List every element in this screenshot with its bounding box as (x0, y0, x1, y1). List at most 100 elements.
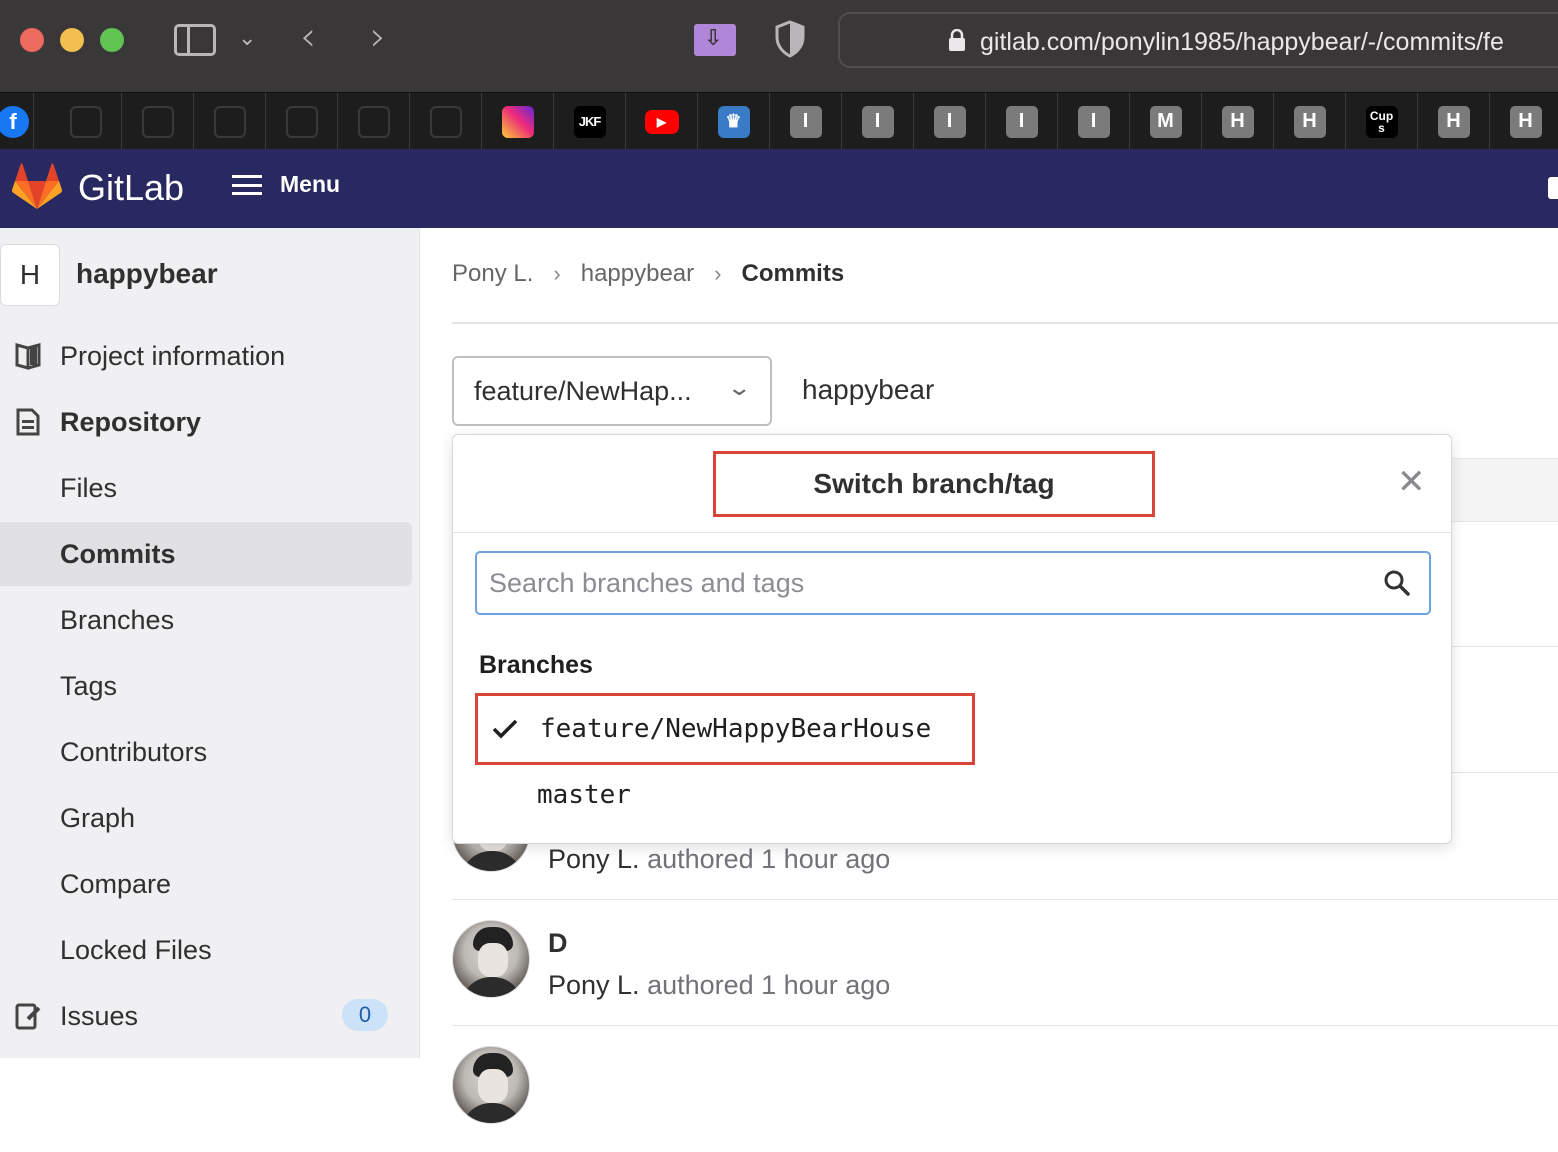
breadcrumb-project[interactable]: happybear (581, 260, 694, 288)
issues-icon (15, 1003, 41, 1030)
favorite-item[interactable]: ▶ (626, 93, 698, 150)
commit-meta: Pony L. authored 1 hour ago (548, 844, 890, 875)
address-bar[interactable]: gitlab.com/ponylin1985/happybear/-/commi… (838, 12, 1558, 68)
favorite-item[interactable]: M (1130, 93, 1202, 150)
sidebar-item-branches[interactable]: Branches (0, 588, 412, 652)
video-download-icon[interactable] (694, 24, 736, 56)
sidebar-item-graph[interactable]: Graph (0, 786, 412, 850)
commit-author[interactable]: Pony L. (548, 970, 640, 1000)
branch-search-input[interactable] (489, 563, 1369, 603)
sidebar-item-label: Issues (60, 1000, 139, 1031)
check-icon (492, 719, 518, 739)
shield-icon[interactable] (774, 20, 806, 58)
sidebar-item-repository[interactable]: Repository (0, 390, 412, 454)
favorite-item[interactable] (338, 93, 410, 150)
favorite-item[interactable]: I (914, 93, 986, 150)
favorite-item[interactable]: JKF (554, 93, 626, 150)
close-icon[interactable]: ✕ (1397, 465, 1426, 499)
gitlab-logo-icon[interactable] (12, 163, 62, 211)
project-sidebar: H happybear Project information Reposito… (0, 228, 420, 1058)
favorite-item[interactable]: H (1274, 93, 1346, 150)
favorite-item[interactable]: I (842, 93, 914, 150)
breadcrumb-owner[interactable]: Pony L. (452, 260, 533, 288)
repo-path-label[interactable]: happybear (802, 374, 934, 406)
favorite-item[interactable] (482, 93, 554, 150)
dropdown-title: Switch branch/tag (713, 451, 1155, 517)
sidebar-item-contributors[interactable]: Contributors (0, 720, 412, 784)
zoom-window-button[interactable] (100, 28, 124, 52)
letter-icon: H (1437, 105, 1470, 138)
favorite-item[interactable]: Cup s (1346, 93, 1418, 150)
letter-icon: I (861, 105, 894, 138)
favorite-item[interactable] (122, 93, 194, 150)
sidebar-item-locked-files[interactable]: Locked Files (0, 918, 412, 982)
project-name[interactable]: happybear (76, 258, 218, 290)
plus-icon[interactable] (1548, 177, 1558, 199)
switch-branch-dropdown: Switch branch/tag ✕ Branches feature/New… (452, 434, 1452, 844)
favorite-item[interactable]: H (1490, 93, 1558, 150)
sidebar-item-tags[interactable]: Tags (0, 654, 412, 718)
project-avatar[interactable]: H (0, 244, 60, 306)
favorite-item[interactable] (50, 93, 122, 150)
sidebar-item-label: Locked Files (60, 934, 212, 965)
branch-option[interactable]: feature/NewHappyBearHouse (475, 693, 975, 765)
chevron-right-icon: › (553, 261, 561, 286)
commit-title[interactable]: D (548, 928, 568, 959)
back-arrow-icon[interactable]: ‹ (300, 14, 316, 60)
favorite-item[interactable]: I (1058, 93, 1130, 150)
url-text: gitlab.com/ponylin1985/happybear/-/commi… (980, 28, 1504, 56)
commit-time: authored 1 hour ago (647, 970, 891, 1000)
commit-row[interactable]: D Pony L. authored 1 hour ago (452, 900, 1558, 1026)
branch-search-field[interactable] (475, 551, 1431, 615)
divider (452, 322, 1558, 324)
branch-selector-dropdown[interactable]: feature/NewHap... ⌄ (452, 356, 772, 426)
avatar[interactable] (452, 920, 530, 998)
branch-name: master (537, 780, 631, 810)
instagram-dim-icon (141, 105, 174, 138)
favorite-item[interactable]: f (0, 93, 34, 150)
favorite-item[interactable] (194, 93, 266, 150)
menu-button[interactable]: Menu (232, 171, 340, 198)
letter-icon: M (1149, 105, 1182, 138)
breadcrumb-current[interactable]: Commits (741, 260, 844, 288)
instagram-dim-icon (285, 105, 318, 138)
gitlab-brand[interactable]: GitLab (78, 167, 184, 209)
favorite-item[interactable]: H (1202, 93, 1274, 150)
sidebar-item-compare[interactable]: Compare (0, 852, 412, 916)
favorite-item[interactable] (266, 93, 338, 150)
sidebar-item-project-information[interactable]: Project information (0, 324, 412, 388)
commit-time: authored 1 hour ago (647, 844, 891, 874)
divider (1450, 646, 1558, 647)
close-window-button[interactable] (20, 28, 44, 52)
cups-icon: Cup s (1365, 105, 1398, 138)
favorite-item[interactable] (410, 93, 482, 150)
crown-icon: ♛ (717, 105, 750, 138)
forward-arrow-icon[interactable]: › (370, 14, 386, 60)
sidebar-item-label: Commits (60, 538, 176, 569)
sidebar-item-issues[interactable]: Issues 0 (0, 984, 412, 1048)
instagram-dim-icon (69, 105, 102, 138)
letter-icon: H (1509, 105, 1542, 138)
favorite-item[interactable]: I (986, 93, 1058, 150)
book-icon (15, 343, 41, 370)
chevron-down-icon[interactable]: ⌄ (238, 26, 256, 51)
hamburger-icon (232, 174, 262, 195)
favorites-bar: f JKF ▶ ♛ I I I I I M H H Cup s H H (0, 92, 1558, 150)
sidebar-item-commits[interactable]: Commits (0, 522, 412, 586)
search-icon[interactable] (1383, 569, 1411, 597)
favorite-item[interactable]: I (770, 93, 842, 150)
chevron-right-icon: › (714, 261, 722, 286)
branch-option[interactable]: master (475, 759, 975, 831)
commit-row[interactable] (452, 1026, 1558, 1152)
sidebar-item-label: Branches (60, 604, 175, 635)
minimize-window-button[interactable] (60, 28, 84, 52)
favorite-item[interactable]: ♛ (698, 93, 770, 150)
letter-icon: I (789, 105, 822, 138)
sidebar-item-files[interactable]: Files (0, 456, 412, 520)
sidebar-toggle-icon[interactable] (174, 24, 216, 56)
letter-icon: H (1293, 105, 1326, 138)
branch-name: feature/NewHappyBearHouse (540, 714, 932, 744)
favorite-item[interactable]: H (1418, 93, 1490, 150)
commit-author[interactable]: Pony L. (548, 844, 640, 874)
instagram-dim-icon (357, 105, 390, 138)
